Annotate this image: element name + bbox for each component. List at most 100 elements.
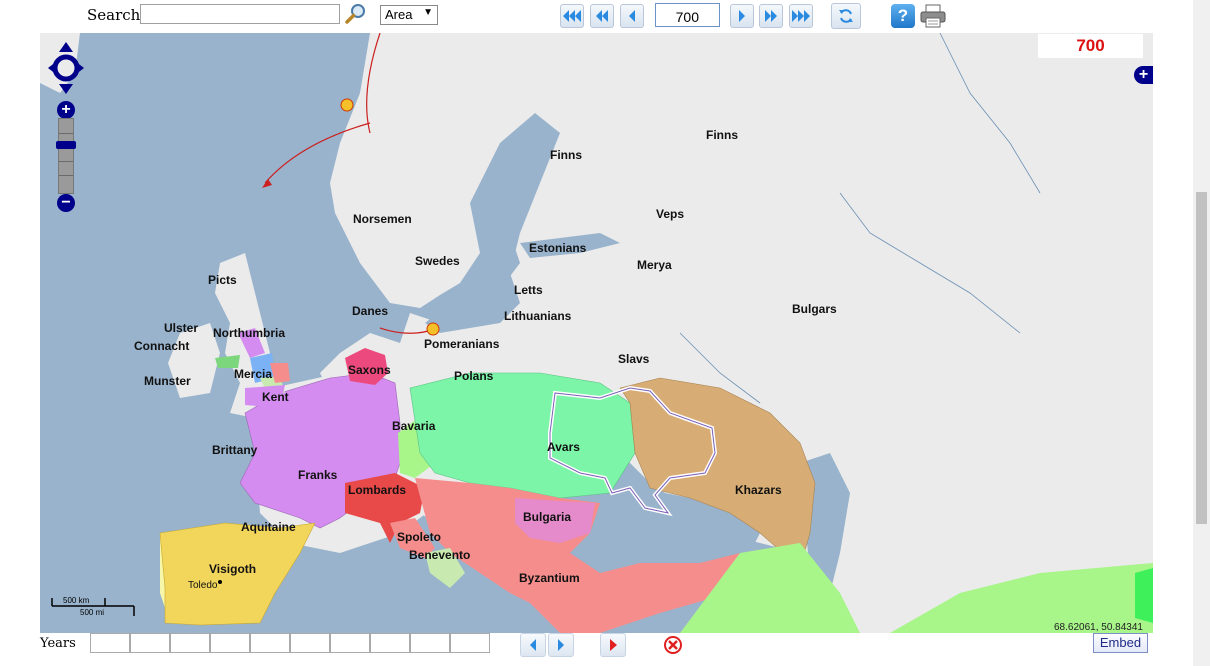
- last-button[interactable]: [789, 4, 813, 28]
- label-brittany: Brittany: [212, 443, 258, 457]
- mode-select-value: Area: [385, 7, 413, 22]
- year-input[interactable]: [655, 3, 720, 27]
- event-marker: [340, 98, 354, 112]
- label-slavs: Slavs: [618, 352, 650, 366]
- label-northumbria: Northumbria: [213, 326, 285, 340]
- first-button[interactable]: [560, 4, 584, 28]
- scrollbar-thumb[interactable]: [1196, 192, 1207, 524]
- last-icon: [792, 10, 810, 22]
- label-munster: Munster: [144, 374, 191, 388]
- label-connacht: Connacht: [134, 339, 190, 353]
- label-bulgaria: Bulgaria: [523, 510, 572, 524]
- label-byzantium: Byzantium: [519, 571, 580, 585]
- forward-fast-button[interactable]: [759, 4, 783, 28]
- forward-button[interactable]: [730, 4, 754, 28]
- timeline-cell[interactable]: [130, 633, 170, 653]
- timeline-forward-button[interactable]: [548, 633, 574, 657]
- back-fast-button[interactable]: [590, 4, 614, 28]
- map[interactable]: Finns Finns Veps Norsemen Estonians Swed…: [40, 33, 1153, 633]
- stop-icon: [664, 636, 682, 654]
- label-mercia: Mercia: [234, 367, 273, 381]
- search-input[interactable]: [140, 4, 340, 24]
- label-finns: Finns: [550, 148, 582, 162]
- label-saxons: Saxons: [348, 363, 391, 377]
- timeline-cell[interactable]: [170, 633, 210, 653]
- plus-icon: +: [1138, 66, 1149, 83]
- label-spoleto: Spoleto: [397, 530, 441, 544]
- event-marker: [426, 322, 440, 336]
- scale-mi: 500 mi: [80, 608, 105, 617]
- zoom-slider-handle[interactable]: [56, 141, 76, 149]
- search-label: Search: [87, 6, 141, 24]
- scrollbar[interactable]: [1193, 0, 1210, 666]
- label-bulgars: Bulgars: [792, 302, 837, 316]
- toolbar: Search Area ▼ ?: [0, 0, 1193, 33]
- zoom-out-button[interactable]: −: [57, 194, 75, 212]
- label-aquitaine: Aquitaine: [241, 520, 296, 534]
- label-franks: Franks: [298, 468, 338, 482]
- timeline-cell[interactable]: [210, 633, 250, 653]
- back-fast-icon: [596, 10, 608, 22]
- pan-control-icon[interactable]: [48, 42, 84, 94]
- label-avars: Avars: [547, 440, 580, 454]
- label-pomeranians: Pomeranians: [424, 337, 500, 351]
- timeline-cell[interactable]: [250, 633, 290, 653]
- label-bavaria: Bavaria: [392, 419, 436, 433]
- region-east-green: [1135, 568, 1153, 623]
- label-benevento: Benevento: [409, 548, 471, 562]
- timeline-cell[interactable]: [410, 633, 450, 653]
- years-label: Years: [40, 636, 76, 651]
- label-norsemen: Norsemen: [353, 212, 412, 226]
- forward-fast-icon: [765, 10, 777, 22]
- stop-button[interactable]: [660, 633, 686, 657]
- timeline-cell[interactable]: [450, 633, 490, 653]
- map-canvas: [40, 33, 1153, 633]
- timeline-cell[interactable]: [370, 633, 410, 653]
- print-icon[interactable]: [920, 4, 946, 28]
- label-khazars: Khazars: [735, 483, 782, 497]
- refresh-button[interactable]: [831, 3, 861, 29]
- label-merya: Merya: [637, 258, 672, 272]
- label-picts: Picts: [208, 273, 237, 287]
- search-icon[interactable]: [345, 3, 367, 25]
- mode-select[interactable]: Area ▼: [380, 5, 438, 25]
- zoom-out-icon: −: [61, 194, 71, 211]
- play-button[interactable]: [600, 633, 626, 657]
- label-danes: Danes: [352, 304, 389, 318]
- zoom-in-icon: +: [61, 101, 71, 118]
- label-visigoth: Visigoth: [209, 562, 257, 576]
- scale-bar: 500 km 500 mi: [50, 594, 140, 618]
- timeline-back-button[interactable]: [520, 633, 546, 657]
- back-icon: [629, 10, 635, 22]
- timeline-cell[interactable]: [90, 633, 130, 653]
- scale-km: 500 km: [63, 596, 90, 605]
- coordinates-readout: 68.62061, 50.84341: [1054, 622, 1143, 633]
- timeline-cell[interactable]: [290, 633, 330, 653]
- label-finns-north: Finns: [706, 128, 738, 142]
- help-button[interactable]: ?: [891, 4, 915, 28]
- label-letts: Letts: [514, 283, 543, 297]
- zoom-bar[interactable]: [58, 118, 74, 194]
- back-button[interactable]: [620, 4, 644, 28]
- label-swedes: Swedes: [415, 254, 460, 268]
- label-veps: Veps: [656, 207, 685, 221]
- dropdown-arrow-icon: ▼: [423, 7, 433, 18]
- label-ulster: Ulster: [164, 321, 199, 335]
- back-icon: [530, 639, 536, 651]
- label-polans: Polans: [454, 369, 494, 383]
- label-lithuanians: Lithuanians: [504, 309, 572, 323]
- expand-layers-button[interactable]: +: [1134, 66, 1153, 84]
- refresh-icon: [839, 9, 853, 23]
- zoom-in-button[interactable]: +: [57, 101, 75, 119]
- label-kent: Kent: [262, 390, 289, 404]
- toledo-dot: [218, 580, 222, 584]
- label-lombards: Lombards: [348, 483, 407, 497]
- embed-button[interactable]: Embed: [1093, 633, 1148, 653]
- help-icon: ?: [897, 6, 909, 25]
- label-toledo: Toledo: [188, 580, 218, 591]
- play-icon: [610, 639, 617, 651]
- forward-icon: [739, 10, 745, 22]
- timeline-cell[interactable]: [330, 633, 370, 653]
- first-icon: [563, 10, 581, 22]
- year-display: 700: [1038, 34, 1143, 58]
